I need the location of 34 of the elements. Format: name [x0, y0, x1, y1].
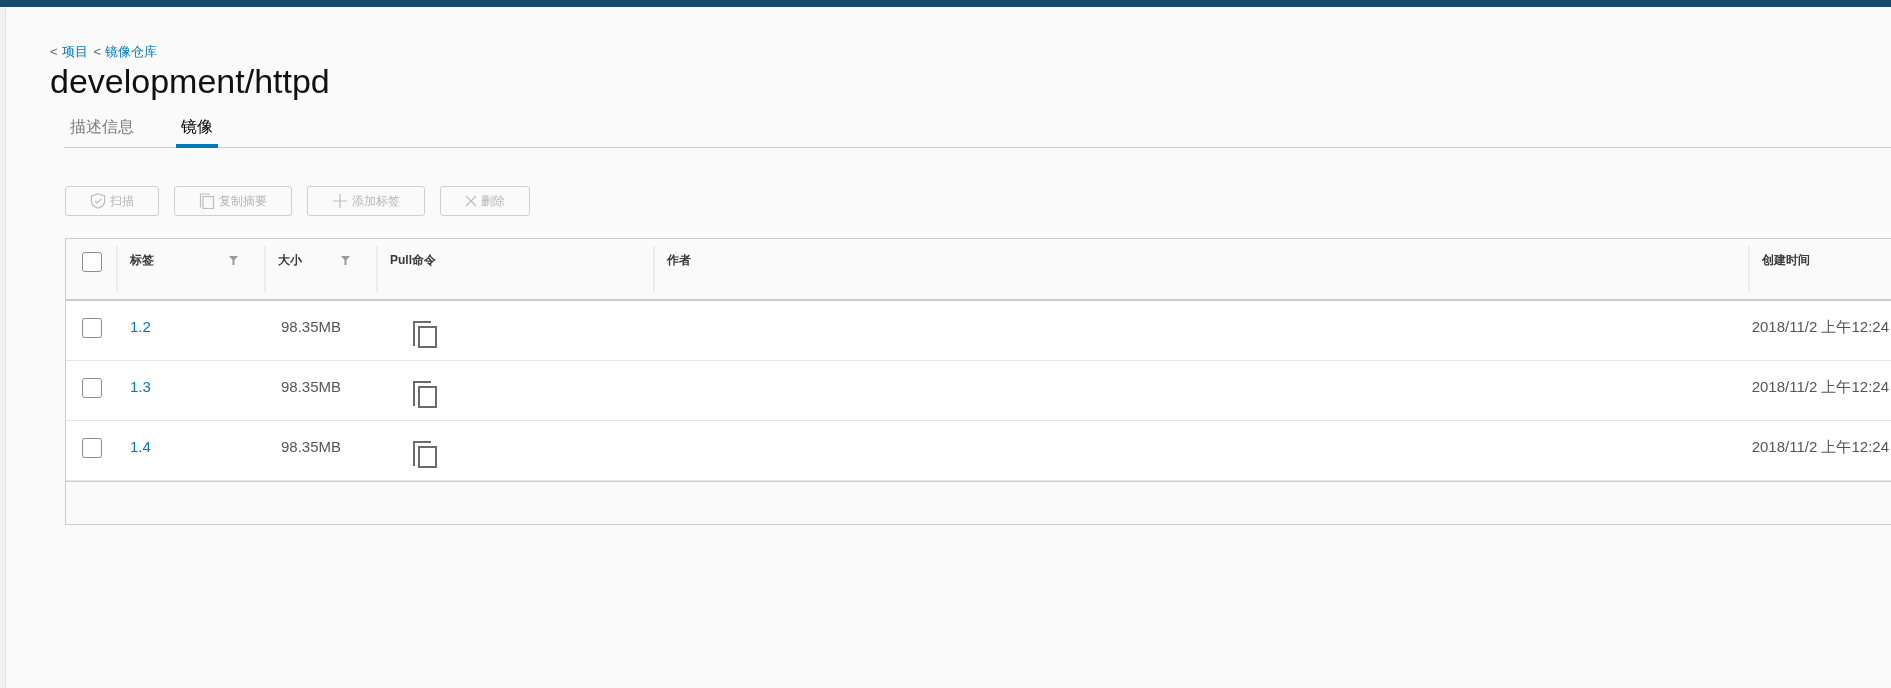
tag-link[interactable]: 1.2 — [130, 318, 151, 335]
column-header: 大小 — [278, 252, 302, 268]
created-time-cell-text: 2018/11/2 上午12:24 — [1751, 318, 1889, 337]
column-header: 作者 — [667, 252, 691, 268]
size-cell: 98.35MB — [281, 318, 342, 335]
created-time-cell-text: 2018/11/2 上午12:24 — [1751, 378, 1889, 397]
page-title: development/httpd — [50, 62, 330, 101]
created-time-cell-text: 2018/11/2 上午12:24 — [1751, 438, 1889, 457]
tag-link[interactable]: 1.3 — [130, 378, 151, 395]
breadcrumb-link[interactable]: 项目 — [61, 44, 88, 60]
tab[interactable]: 描述信息 — [64, 117, 140, 148]
breadcrumb-separator: < — [93, 44, 102, 60]
row-checkbox[interactable] — [82, 378, 102, 398]
copy-icon[interactable] — [413, 441, 437, 468]
breadcrumb-separator: < — [50, 44, 58, 60]
shield-check-icon — [90, 193, 106, 209]
column-header: 标签 — [130, 252, 154, 268]
row-checkbox[interactable] — [82, 318, 102, 338]
filter-icon[interactable] — [341, 256, 350, 265]
tag-link[interactable]: 1.4 — [130, 438, 151, 455]
plus-icon — [332, 193, 348, 209]
breadcrumb-link[interactable]: 镜像仓库 — [105, 44, 158, 60]
size-cell: 98.35MB — [281, 378, 342, 395]
copy-icon[interactable] — [413, 381, 437, 408]
row-checkbox[interactable] — [82, 438, 102, 458]
tab[interactable]: 镜像 — [176, 117, 218, 148]
column-header: Pull命令 — [390, 252, 436, 268]
select-all-checkbox[interactable] — [82, 252, 102, 272]
column-header: 创建时间 — [1762, 252, 1810, 268]
size-cell: 98.35MB — [281, 438, 342, 455]
copy-icon[interactable] — [413, 321, 437, 348]
copy-icon — [199, 193, 215, 209]
close-icon — [465, 195, 477, 207]
filter-icon[interactable] — [229, 256, 238, 265]
